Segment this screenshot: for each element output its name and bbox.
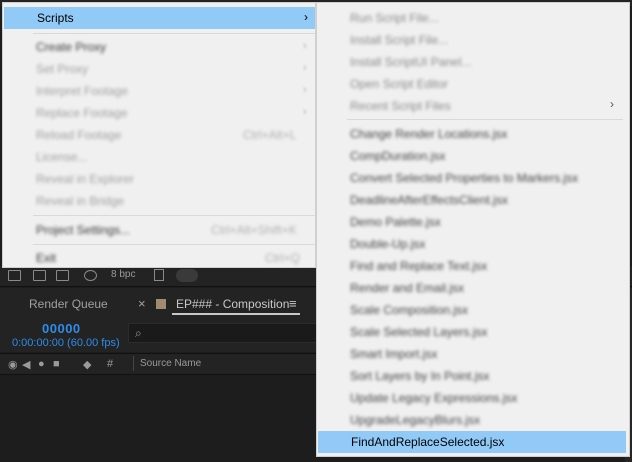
menu-shortcut: Ctrl+Alt+L — [243, 128, 297, 142]
menu-shortcut: Ctrl+Q — [265, 251, 301, 265]
chevron-right-icon: › — [304, 10, 308, 24]
solo-icon[interactable]: ● — [38, 358, 45, 370]
trash-icon[interactable] — [154, 269, 164, 281]
script-item[interactable]: UpgradeLegacyBlurs.jsx — [350, 413, 480, 427]
audio-icon[interactable]: ◀ — [22, 358, 30, 371]
file-menu: Scripts › Create Proxy › Set Proxy › Int… — [2, 2, 316, 268]
toggle-pill[interactable] — [176, 269, 198, 282]
search-icon: ⌕ — [135, 326, 142, 340]
script-item[interactable]: Sort Layers by In Point.jsx — [350, 369, 489, 383]
menu-item-project-settings[interactable]: Project Settings... — [36, 223, 130, 237]
script-item[interactable]: Convert Selected Properties to Markers.j… — [350, 171, 578, 185]
submenu-item-run-script[interactable]: Run Script File... — [350, 11, 439, 25]
current-time-display[interactable]: 00000 — [42, 321, 81, 336]
layer-number-header: # — [107, 358, 114, 370]
submenu-item-open-editor[interactable]: Open Script Editor — [350, 77, 448, 91]
tab-composition[interactable]: EP### - Composition — [176, 297, 289, 311]
script-item[interactable]: Scale Composition.jsx — [350, 303, 468, 317]
label-icon[interactable]: ◆ — [83, 358, 91, 371]
chevron-right-icon: › — [303, 84, 307, 96]
close-icon[interactable]: × — [138, 296, 146, 311]
menu-item-replace-footage[interactable]: Replace Footage — [36, 106, 127, 120]
menu-item-reveal-bridge[interactable]: Reveal in Bridge — [36, 194, 124, 208]
tab-render-queue[interactable]: Render Queue — [29, 297, 108, 311]
menu-item-create-proxy[interactable]: Create Proxy — [36, 40, 106, 54]
chevron-right-icon: › — [610, 97, 614, 111]
script-item[interactable]: Render and Email.jsx — [350, 281, 464, 295]
script-item-find-and-replace-selected[interactable]: FindAndReplaceSelected.jsx — [318, 431, 626, 453]
menu-item-exit[interactable]: Exit — [36, 251, 56, 265]
active-tab-underline — [172, 313, 300, 315]
layer-search-input[interactable]: ⌕ — [128, 323, 328, 343]
lock-icon[interactable]: ■ — [53, 358, 60, 370]
script-item[interactable]: DeadlineAfterEffectsClient.jsx — [350, 193, 508, 207]
folder-icon[interactable] — [33, 270, 46, 281]
script-item[interactable]: Update Legacy Expressions.jsx — [350, 391, 517, 405]
flowchart-icon[interactable] — [8, 270, 21, 281]
menu-separator — [33, 215, 315, 216]
bit-depth-label[interactable]: 8 bpc — [111, 269, 135, 280]
comp-icon[interactable] — [56, 270, 69, 281]
script-item[interactable]: Double-Up.jsx — [350, 237, 425, 251]
menu-item-interpret-footage[interactable]: Interpret Footage — [36, 84, 128, 98]
submenu-item-install-scriptui[interactable]: Install ScriptUI Panel... — [350, 55, 471, 69]
menu-item-scripts[interactable]: Scripts › — [4, 7, 315, 29]
column-divider — [133, 356, 134, 371]
menu-separator — [33, 244, 315, 245]
scripts-submenu: Run Script File... Install Script File..… — [316, 2, 630, 457]
current-time-subtext: 0:00:00:00 (60.00 fps) — [12, 337, 120, 349]
menu-separator — [33, 33, 315, 34]
script-item[interactable]: Change Render Locations.jsx — [350, 127, 507, 141]
chevron-right-icon: › — [303, 40, 307, 52]
script-item[interactable]: Find and Replace Text.jsx — [350, 259, 487, 273]
panel-menu-icon[interactable]: ≡ — [289, 296, 297, 311]
script-item[interactable]: Smart Import.jsx — [350, 347, 437, 361]
eye-icon[interactable]: ◉ — [8, 358, 18, 371]
script-item[interactable]: Scale Selected Layers.jsx — [350, 325, 487, 339]
motion-blur-icon[interactable] — [84, 270, 97, 281]
chevron-right-icon: › — [303, 62, 307, 74]
source-name-header[interactable]: Source Name — [140, 358, 201, 369]
script-item[interactable]: CompDuration.jsx — [350, 149, 445, 163]
menu-shortcut: Ctrl+Alt+Shift+K — [211, 223, 297, 237]
menu-item-label: Scripts — [37, 11, 74, 25]
menu-item-reveal-explorer[interactable]: Reveal in Explorer — [36, 172, 134, 186]
script-item[interactable]: Demo Palette.jsx — [350, 215, 441, 229]
menu-item-set-proxy[interactable]: Set Proxy — [36, 62, 88, 76]
submenu-item-recent-scripts[interactable]: Recent Script Files — [350, 99, 451, 113]
menu-separator — [347, 119, 623, 120]
menu-item-reload-footage[interactable]: Reload Footage — [36, 128, 121, 142]
chevron-right-icon: › — [303, 106, 307, 118]
menu-item-license[interactable]: License... — [36, 150, 87, 164]
comp-color-swatch — [156, 299, 166, 309]
submenu-item-install-script[interactable]: Install Script File... — [350, 33, 448, 47]
script-item-label: FindAndReplaceSelected.jsx — [351, 435, 505, 449]
